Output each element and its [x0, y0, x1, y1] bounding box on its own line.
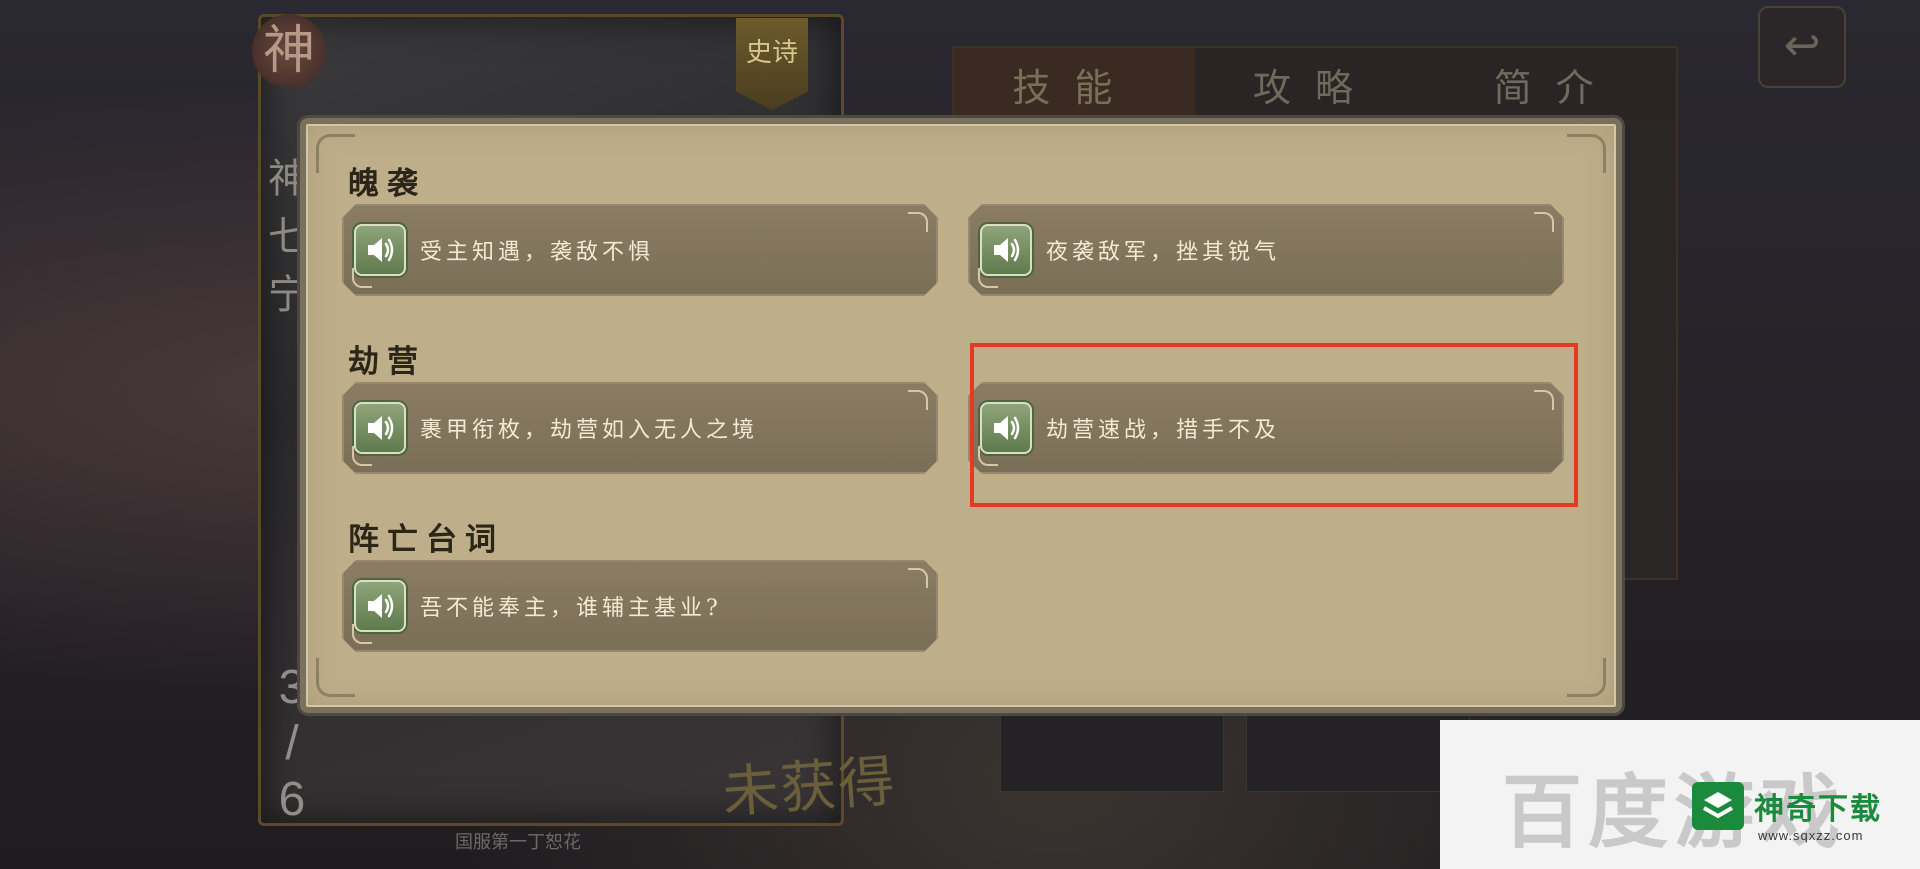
- voice-line-text: 裹甲衔枚，劫营如入无人之境: [420, 418, 759, 443]
- play-voice-button[interactable]: [354, 402, 406, 454]
- brand-logo-glyph-icon: [1703, 792, 1733, 819]
- section-title: 魄袭: [348, 166, 426, 202]
- voice-line[interactable]: 夜袭敌军，挫其锐气: [968, 204, 1564, 296]
- corner-ornament: [1567, 134, 1606, 173]
- brand-url: www.sqxzz.com: [1758, 828, 1864, 843]
- play-voice-button[interactable]: [354, 580, 406, 632]
- unobtained-stamp: 未获得: [720, 748, 899, 826]
- speaker-icon: [991, 236, 1021, 264]
- voice-line-text: 夜袭敌军，挫其锐气: [1046, 240, 1281, 265]
- voice-line[interactable]: 裹甲衔枚，劫营如入无人之境: [342, 382, 938, 474]
- card-count-char: 6: [278, 773, 306, 826]
- play-voice-button[interactable]: [980, 224, 1032, 276]
- tab-intro[interactable]: 简介: [1435, 48, 1677, 120]
- skin-thumbnails: [1000, 712, 1470, 792]
- voice-line[interactable]: 受主知遇，袭敌不惧: [342, 204, 938, 296]
- section-title: 劫营: [348, 344, 426, 380]
- corner-ornament: [316, 658, 355, 697]
- tab-skills[interactable]: 技能: [954, 48, 1195, 120]
- highlight-box: [970, 343, 1578, 507]
- brand-name: 神奇下载: [1754, 792, 1882, 827]
- corner-ornament: [1567, 658, 1606, 697]
- voice-line-text: 受主知遇，袭敌不惧: [420, 240, 655, 265]
- god-badge: 神: [252, 14, 326, 88]
- speaker-icon: [365, 592, 395, 620]
- skin-thumbnail[interactable]: [1246, 712, 1470, 792]
- tab-strategy[interactable]: 攻略: [1194, 48, 1436, 120]
- speaker-icon: [365, 236, 395, 264]
- tab-bar: 技能 攻略 简介: [954, 48, 1677, 120]
- card-footnote: 国服第一丁恕花: [455, 832, 581, 853]
- brand-watermark: 神奇下载 www.sqxzz.com: [1692, 782, 1902, 852]
- back-button[interactable]: ↩: [1758, 6, 1846, 88]
- skin-thumbnail[interactable]: [1000, 712, 1224, 792]
- speaker-icon: [365, 414, 395, 442]
- epic-tag: 史诗: [736, 18, 808, 110]
- section-title: 阵亡台词: [348, 522, 504, 558]
- voice-line-text: 吾不能奉主，谁辅主基业?: [420, 596, 722, 621]
- card-count-char: /: [285, 717, 299, 770]
- brand-logo-icon: [1692, 782, 1744, 830]
- play-voice-button[interactable]: [354, 224, 406, 276]
- voice-line[interactable]: 吾不能奉主，谁辅主基业?: [342, 560, 938, 652]
- back-arrow-icon: ↩: [1783, 20, 1821, 71]
